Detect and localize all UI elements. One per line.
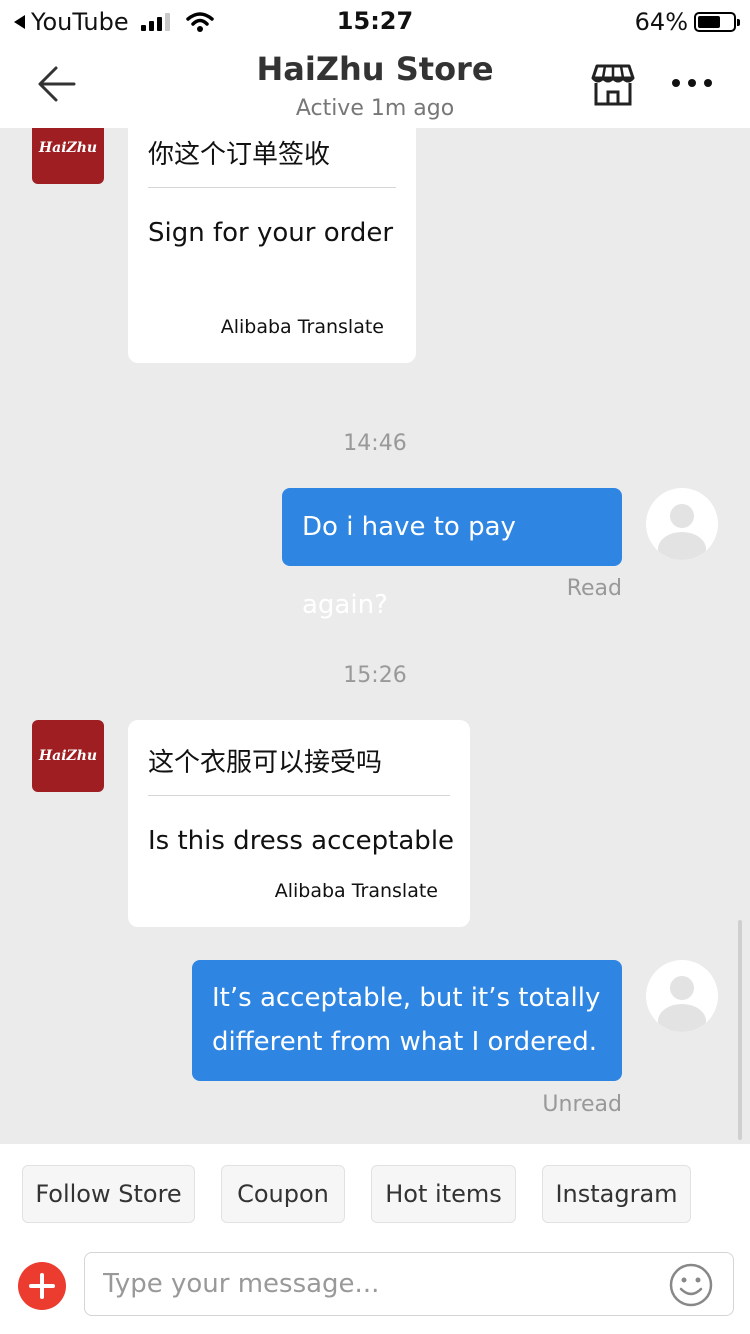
translated-text: Is this dress acceptable [148, 826, 455, 856]
outgoing-message[interactable]: It’s acceptable, but it’s totally differ… [192, 960, 622, 1081]
store-icon[interactable] [588, 62, 638, 108]
chat-header: HaiZhu Store Active 1m ago [0, 40, 750, 128]
incoming-message[interactable]: 你这个订单签收 Sign for your order Alibaba Tran… [128, 128, 416, 363]
scrollbar[interactable] [738, 920, 742, 1140]
message-text: Do i have to pay again? [302, 512, 516, 620]
outgoing-message[interactable]: Do i have to pay again? [282, 488, 622, 620]
composer [0, 1244, 750, 1334]
timestamp: 14:46 [343, 431, 407, 456]
message-input[interactable] [84, 1252, 734, 1316]
store-avatar[interactable]: HaiZhu [32, 720, 104, 792]
battery-status: 64% [634, 8, 740, 36]
instagram-chip[interactable]: Instagram [542, 1165, 691, 1223]
follow-store-chip[interactable]: Follow Store [22, 1165, 195, 1223]
read-receipt: Unread [542, 1092, 622, 1117]
original-text: 这个衣服可以接受吗 [148, 748, 383, 778]
battery-percent: 64% [634, 8, 688, 36]
translated-text: Sign for your order [148, 218, 394, 248]
message-list[interactable]: HaiZhu 你这个订单签收 Sign for your order Aliba… [0, 128, 750, 1144]
translation-divider [148, 795, 450, 796]
translation-source: Alibaba Translate [220, 316, 384, 338]
emoji-icon[interactable] [668, 1262, 714, 1308]
timestamp: 15:26 [343, 663, 407, 688]
user-avatar[interactable] [646, 960, 718, 1032]
status-bar: YouTube 15:27 64% [0, 0, 750, 40]
message-text-line: It’s acceptable, but it’s totally [212, 983, 601, 1013]
original-text: 你这个订单签收 [148, 140, 331, 170]
store-avatar[interactable]: HaiZhu [32, 128, 104, 184]
hot-items-chip[interactable]: Hot items [371, 1165, 516, 1223]
add-attachment-button[interactable] [18, 1262, 66, 1310]
message-text-line: different from what I ordered. [212, 1027, 598, 1057]
more-icon[interactable] [672, 70, 716, 96]
translation-source: Alibaba Translate [274, 880, 438, 902]
battery-icon [694, 12, 740, 32]
user-avatar[interactable] [646, 488, 718, 560]
incoming-message[interactable]: 这个衣服可以接受吗 Is this dress acceptable Aliba… [128, 720, 470, 927]
read-receipt: Read [566, 576, 622, 601]
translation-divider [148, 187, 396, 188]
quick-replies: Follow Store Coupon Hot items Instagram [0, 1144, 750, 1244]
coupon-chip[interactable]: Coupon [221, 1165, 345, 1223]
